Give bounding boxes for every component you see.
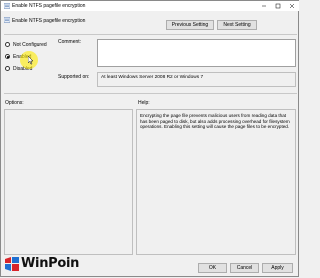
supported-on-field: At least Windows Server 2008 R2 or Windo… (97, 72, 296, 87)
policy-setting-icon (4, 17, 10, 23)
help-label: Help: (138, 100, 150, 106)
radio-not-configured-control[interactable] (5, 42, 10, 47)
minimize-button[interactable] (257, 1, 271, 11)
help-pane[interactable]: Encrypting the page file prevents malici… (136, 109, 296, 255)
apply-button[interactable]: Apply (262, 263, 293, 273)
supported-on-value: At least Windows Server 2008 R2 or Windo… (101, 74, 204, 80)
maximize-button[interactable] (271, 1, 285, 11)
help-text: Encrypting the page file prevents malici… (140, 113, 290, 130)
maximize-icon (275, 3, 281, 9)
winpoin-watermark: WinPoin (5, 256, 79, 271)
header-divider (4, 34, 297, 35)
supported-on-label: Supported on: (58, 74, 90, 80)
options-label: Options: (5, 100, 24, 106)
radio-not-configured[interactable]: Not Configured (5, 41, 47, 48)
previous-setting-button[interactable]: Previous Setting (166, 20, 214, 30)
cancel-button[interactable]: Cancel (230, 263, 259, 273)
mouse-pointer-icon (28, 56, 34, 65)
policy-app-icon (4, 3, 10, 9)
middle-divider (4, 93, 297, 94)
radio-not-configured-label: Not Configured (13, 41, 47, 48)
close-icon (289, 3, 295, 9)
window-title: Enable NTFS pagefile encryption (12, 3, 86, 9)
next-setting-button[interactable]: Next Setting (217, 20, 257, 30)
radio-enabled-control[interactable] (5, 54, 10, 59)
ok-button[interactable]: OK (198, 263, 227, 273)
minimize-icon (262, 5, 266, 7)
comment-label: Comment: (58, 39, 82, 45)
radio-disabled-control[interactable] (5, 66, 10, 71)
policy-dialog: Enable NTFS pagefile encryption Enable N… (0, 0, 299, 277)
policy-title: Enable NTFS pagefile encryption (12, 18, 86, 24)
options-pane (4, 109, 133, 255)
close-button[interactable] (285, 1, 299, 11)
winpoin-brand-text: WinPoin (21, 256, 80, 271)
winpoin-logo-icon (5, 256, 19, 271)
title-bar[interactable]: Enable NTFS pagefile encryption (1, 1, 299, 11)
comment-textarea[interactable] (97, 39, 296, 67)
